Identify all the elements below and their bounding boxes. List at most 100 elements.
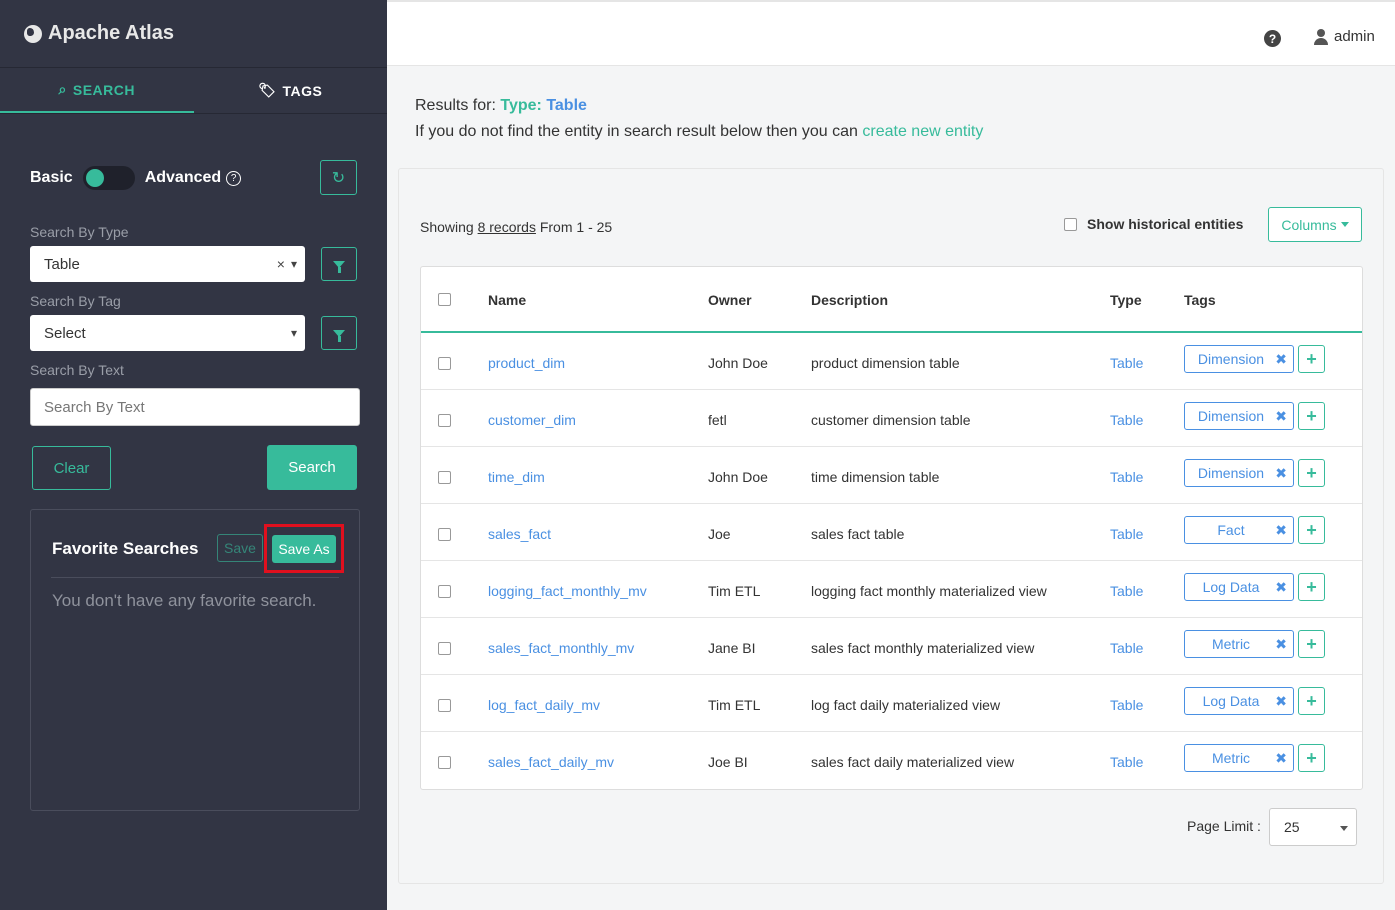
entity-name-link[interactable]: sales_fact_daily_mv <box>488 754 614 770</box>
entity-name-link[interactable]: time_dim <box>488 469 545 485</box>
tags-icon: 🏷︎ <box>258 82 277 98</box>
add-tag-button[interactable]: + <box>1298 630 1325 658</box>
entity-description: sales fact daily materialized view <box>811 754 1015 770</box>
tag-chip[interactable]: Log Data ✖ <box>1184 687 1294 715</box>
entity-name-link[interactable]: log_fact_daily_mv <box>488 697 600 713</box>
row-checkbox[interactable] <box>438 756 451 769</box>
row-checkbox[interactable] <box>438 471 451 484</box>
entity-type-link[interactable]: Table <box>1110 697 1143 713</box>
entity-owner: fetl <box>708 412 727 428</box>
column-header-type[interactable]: Type <box>1110 292 1142 308</box>
tag-chip[interactable]: Metric ✖ <box>1184 630 1294 658</box>
entity-type-link[interactable]: Table <box>1110 640 1143 656</box>
entity-type-link[interactable]: Table <box>1110 469 1143 485</box>
page-limit-value: 25 <box>1284 819 1300 835</box>
type-filter-button[interactable] <box>321 247 357 281</box>
remove-tag-icon[interactable]: ✖ <box>1275 408 1287 425</box>
tab-search[interactable]: ⌕ SEARCH <box>0 68 194 113</box>
entity-name-link[interactable]: sales_fact <box>488 526 551 542</box>
clear-selection-icon[interactable]: × <box>277 256 285 272</box>
user-menu[interactable]: admin <box>1314 28 1375 45</box>
plus-icon: + <box>1306 405 1317 426</box>
tag-chip[interactable]: Dimension ✖ <box>1184 459 1294 487</box>
add-tag-button[interactable]: + <box>1298 687 1325 715</box>
entity-description: sales fact table <box>811 526 905 542</box>
entity-description: customer dimension table <box>811 412 971 428</box>
tag-chip[interactable]: Metric ✖ <box>1184 744 1294 772</box>
entity-type-link[interactable]: Table <box>1110 412 1143 428</box>
entity-description: log fact daily materialized view <box>811 697 1001 713</box>
select-all-checkbox[interactable] <box>438 293 451 306</box>
entity-name-link[interactable]: sales_fact_monthly_mv <box>488 640 634 656</box>
tag-select-value: Select <box>44 324 86 342</box>
row-checkbox[interactable] <box>438 357 451 370</box>
tag-chip[interactable]: Fact ✖ <box>1184 516 1294 544</box>
historical-entities-checkbox[interactable] <box>1064 217 1077 231</box>
remove-tag-icon[interactable]: ✖ <box>1275 750 1287 767</box>
globe-icon <box>24 24 42 43</box>
entity-name-link[interactable]: logging_fact_monthly_mv <box>488 583 647 599</box>
search-icon: ⌕ <box>58 81 67 97</box>
records-count-link[interactable]: 8 records <box>478 219 536 235</box>
filter-icon <box>333 260 345 273</box>
dropdown-arrow-icon[interactable]: ▾ <box>291 257 297 271</box>
add-tag-button[interactable]: + <box>1298 573 1325 601</box>
row-checkbox[interactable] <box>438 414 451 427</box>
column-header-description[interactable]: Description <box>811 292 888 308</box>
remove-tag-icon[interactable]: ✖ <box>1275 579 1287 596</box>
remove-tag-icon[interactable]: ✖ <box>1275 351 1287 368</box>
refresh-icon: ↻ <box>331 169 346 187</box>
column-header-name[interactable]: Name <box>488 292 526 308</box>
row-checkbox[interactable] <box>438 528 451 541</box>
tag-chip[interactable]: Dimension ✖ <box>1184 402 1294 430</box>
add-tag-button[interactable]: + <box>1298 402 1325 430</box>
search-text-input[interactable] <box>30 388 360 426</box>
row-checkbox[interactable] <box>438 699 451 712</box>
brand-title: Apache Atlas <box>48 22 174 44</box>
search-button[interactable]: Search <box>267 445 357 490</box>
row-checkbox[interactable] <box>438 585 451 598</box>
tag-chip[interactable]: Log Data ✖ <box>1184 573 1294 601</box>
page-limit-select[interactable]: 25 <box>1269 808 1357 846</box>
mode-toggle[interactable] <box>82 166 135 190</box>
entity-type-link[interactable]: Table <box>1110 754 1143 770</box>
brand[interactable]: Apache Atlas <box>0 0 387 68</box>
tab-tags[interactable]: 🏷︎ TAGS <box>194 68 388 113</box>
create-new-entity-link[interactable]: create new entity <box>862 123 983 140</box>
add-tag-button[interactable]: + <box>1298 345 1325 373</box>
search-by-type-label: Search By Type <box>30 224 129 240</box>
favorite-save-button[interactable]: Save <box>217 534 263 562</box>
column-header-tags: Tags <box>1184 292 1216 308</box>
entity-name-link[interactable]: customer_dim <box>488 412 576 428</box>
showing-suffix: From 1 - 25 <box>539 219 613 235</box>
add-tag-button[interactable]: + <box>1298 516 1325 544</box>
tag-filter-button[interactable] <box>321 316 357 350</box>
entity-type-link[interactable]: Table <box>1110 355 1143 371</box>
favorite-save-as-button[interactable]: Save As <box>272 534 336 563</box>
remove-tag-icon[interactable]: ✖ <box>1275 465 1287 482</box>
columns-dropdown-button[interactable]: Columns <box>1268 207 1362 242</box>
dropdown-arrow-icon[interactable]: ▾ <box>291 326 297 340</box>
type-select[interactable]: Table × ▾ <box>30 246 305 282</box>
entity-owner: John Doe <box>708 469 768 485</box>
clear-button[interactable]: Clear <box>32 446 111 490</box>
entity-type-link[interactable]: Table <box>1110 583 1143 599</box>
entity-name-link[interactable]: product_dim <box>488 355 565 371</box>
remove-tag-icon[interactable]: ✖ <box>1275 636 1287 653</box>
plus-icon: + <box>1306 633 1317 654</box>
row-checkbox[interactable] <box>438 642 451 655</box>
help-icon[interactable]: ? <box>1264 30 1281 47</box>
results-type-value: Table <box>546 97 587 114</box>
entity-owner: John Doe <box>708 355 768 371</box>
add-tag-button[interactable]: + <box>1298 744 1325 772</box>
remove-tag-icon[interactable]: ✖ <box>1275 522 1287 539</box>
refresh-button[interactable]: ↻ <box>320 160 357 195</box>
remove-tag-icon[interactable]: ✖ <box>1275 693 1287 710</box>
favorite-searches-panel: Favorite Searches Save Save As You don't… <box>30 509 360 811</box>
add-tag-button[interactable]: + <box>1298 459 1325 487</box>
column-header-owner[interactable]: Owner <box>708 292 752 308</box>
entity-type-link[interactable]: Table <box>1110 526 1143 542</box>
tag-select[interactable]: Select ▾ <box>30 315 305 351</box>
tag-chip[interactable]: Dimension ✖ <box>1184 345 1294 373</box>
question-circle-icon[interactable]: ? <box>226 170 242 186</box>
